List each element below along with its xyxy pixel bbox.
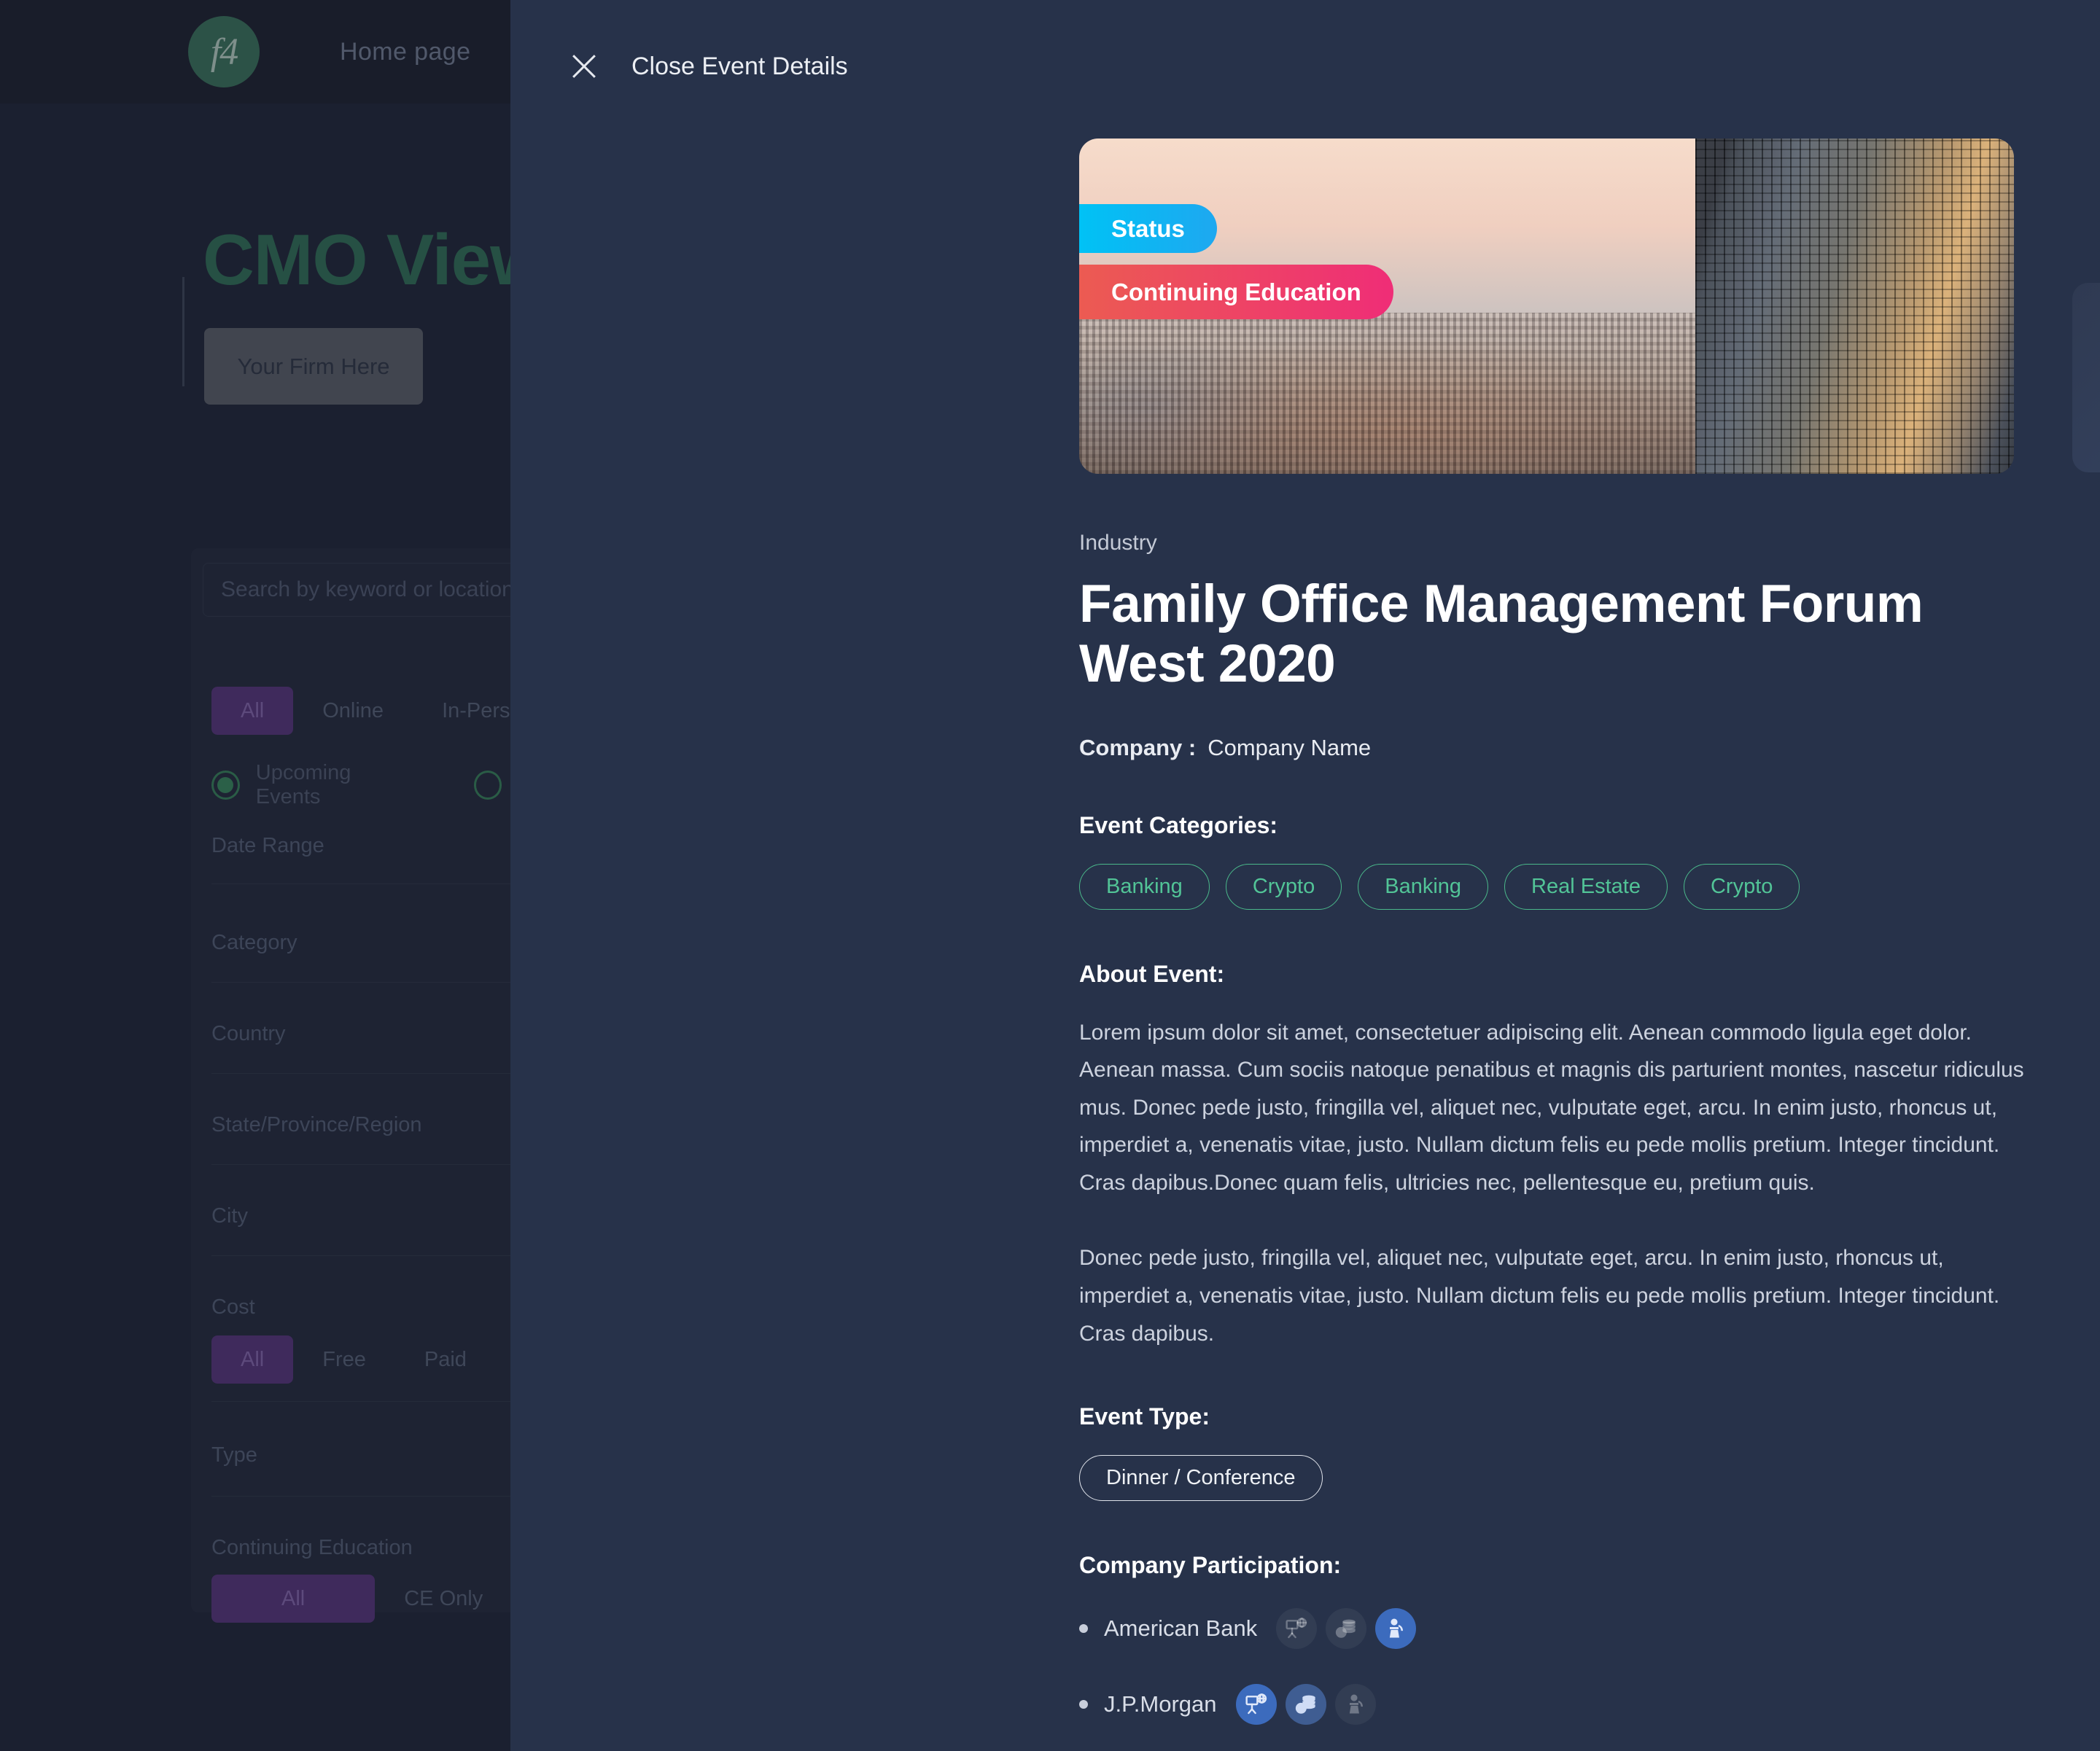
brand-logo[interactable]: f4 [188,16,260,87]
company-participation-heading: Company Participation: [1079,1552,1342,1579]
company-label: Company : [1079,734,1197,760]
sponsor-icon[interactable] [1285,1684,1326,1725]
continuing-education-badge: Continuing Education [1079,265,1393,319]
category-tag[interactable]: Crypto [1683,863,1800,910]
event-company-row: Company : Company Name [1079,735,2027,761]
status-badge: Status [1079,204,1217,253]
radio-unselected-icon [473,771,502,800]
participant-activity-icons [1235,1684,1376,1725]
bullet-icon [1079,1700,1088,1709]
event-details-modal: Close Event Details Status Continuing Ed… [510,0,2100,1751]
exhibitor-icon[interactable] [1235,1684,1277,1725]
company-value: Company Name [1208,734,1372,760]
ce-segmented-control: All CE Only [211,1575,512,1623]
participant-name: American Bank [1104,1615,1258,1642]
radio-label-upcoming: Upcoming Events [255,761,351,808]
ce-tab-ce-only[interactable]: CE Only [375,1575,512,1623]
speaker-icon[interactable] [1375,1608,1417,1650]
list-item: J.P.Morgan [1079,1684,2027,1725]
format-segmented-control: All Online In-Pers [211,687,540,735]
event-type-heading: Event Type: [1079,1403,1210,1430]
ce-tab-all[interactable]: All [211,1575,376,1623]
radio-upcoming-events[interactable]: Upcoming Events [211,761,416,809]
about-event-paragraph: Lorem ipsum dolor sit amet, consectetuer… [1079,1020,2024,1195]
list-item: American Bank [1079,1608,2027,1650]
cost-tab-paid[interactable]: Paid [395,1335,496,1384]
about-event-heading: About Event: [1079,960,1225,987]
speaker-icon[interactable] [1334,1684,1376,1725]
exhibitor-icon[interactable] [1276,1608,1318,1650]
sponsor-icon[interactable] [1326,1608,1367,1650]
format-tab-online[interactable]: Online [293,687,413,735]
event-categories-heading: Event Categories: [1079,811,1278,838]
event-main-content: Industry Family Office Management Forum … [1079,531,2027,1751]
event-title: Family Office Management Forum West 2020 [1079,574,1924,693]
event-type-list: Dinner / Conference [1079,1455,2027,1502]
participant-name: J.P.Morgan [1104,1691,1217,1717]
event-type-tag[interactable]: Dinner / Conference [1079,1455,1323,1502]
category-tag[interactable]: Banking [1079,863,1210,910]
company-participation-list: American Bank J.P.Morgan [1079,1608,2027,1751]
hero-rule [182,277,184,386]
page-title: CMO View [203,219,545,300]
cost-segmented-control: All Free Paid [211,1335,496,1384]
category-tag[interactable]: Real Estate [1504,863,1668,910]
banner-skyscraper-photo [1695,139,2014,474]
event-industry-label: Industry [1079,531,1157,555]
search-input[interactable]: Search by keyword or location... [221,577,532,602]
cost-tab-free[interactable]: Free [293,1335,395,1384]
close-event-details-label: Close Event Details [631,52,848,80]
radio-selected-icon [211,771,240,800]
firm-logo-placeholder: Your Firm Here [204,328,423,405]
app-root: f4 Home page Disc CMO View Your Firm Her… [0,0,2100,1751]
format-tab-all[interactable]: All [211,687,294,735]
nav-item-home-page[interactable]: Home page [340,38,470,66]
category-tag[interactable]: Crypto [1225,863,1342,910]
cost-tab-all[interactable]: All [211,1335,294,1384]
about-event-paragraph: Donec pede justo, fringilla vel, aliquet… [1079,1246,2000,1346]
close-event-details-button[interactable]: Close Event Details [569,51,848,82]
event-categories-list: Banking Crypto Banking Real Estate Crypt… [1079,863,2027,910]
company-activity-card: [Company Name] is: [2072,283,2100,472]
category-tag[interactable]: Banking [1358,863,1489,910]
close-icon [569,51,599,82]
participant-activity-icons [1276,1608,1417,1650]
bullet-icon [1079,1624,1088,1634]
